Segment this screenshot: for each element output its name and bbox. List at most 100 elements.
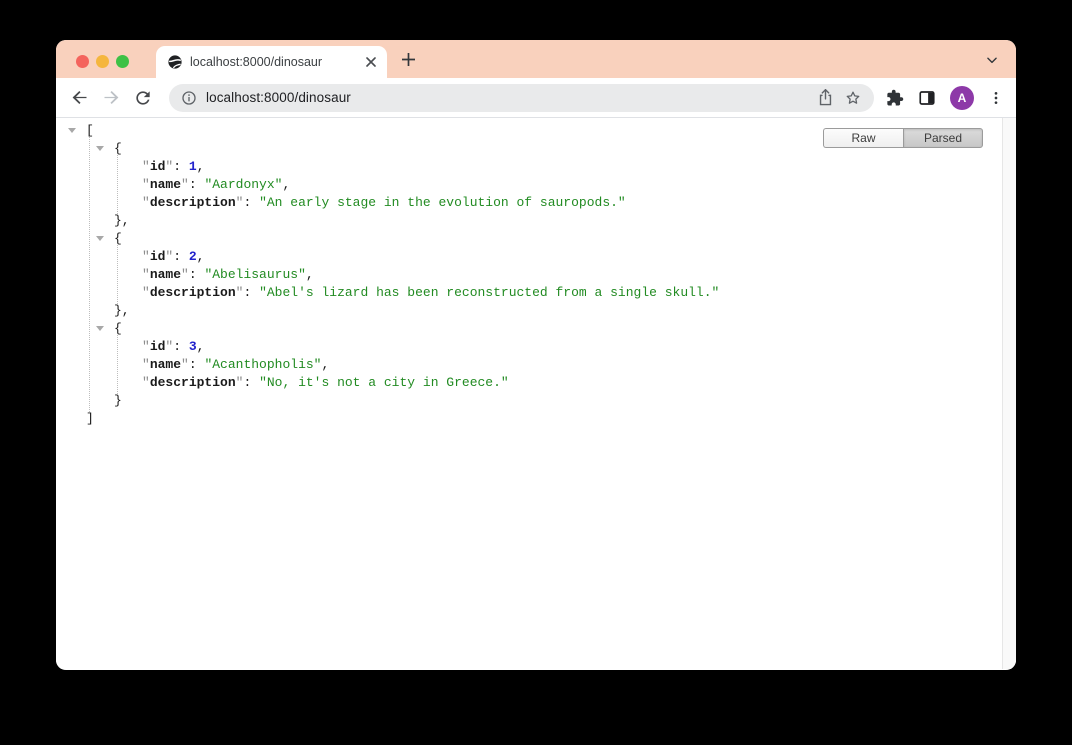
json-key: name xyxy=(150,176,181,194)
traffic-lights xyxy=(76,55,129,68)
quote: " xyxy=(142,158,150,176)
collapse-caret-icon[interactable] xyxy=(68,128,76,133)
colon: : xyxy=(243,284,259,302)
json-tree: [{"id": 1,"name": "Aardonyx","descriptio… xyxy=(68,122,719,428)
json-property: "name": "Acanthopholis", xyxy=(142,356,329,374)
json-property: "id": 3, xyxy=(142,338,204,356)
quote: " xyxy=(236,194,244,212)
back-icon[interactable] xyxy=(67,84,91,112)
json-row: "id": 1, xyxy=(68,158,719,176)
bracket: }, xyxy=(114,212,130,230)
json-property: "description": "An early stage in the ev… xyxy=(142,194,626,212)
tree-guide-line xyxy=(89,137,90,412)
collapse-caret-icon[interactable] xyxy=(96,326,104,331)
bracket: ] xyxy=(86,410,94,428)
tab-strip: localhost:8000/dinosaur xyxy=(56,40,1016,78)
vertical-scrollbar[interactable] xyxy=(1002,118,1016,669)
json-key: id xyxy=(150,248,166,266)
toolbar-right-icons: A xyxy=(886,86,1004,110)
raw-button[interactable]: Raw xyxy=(823,128,903,148)
site-info-icon[interactable] xyxy=(181,90,197,106)
quote: " xyxy=(142,176,150,194)
forward-icon[interactable] xyxy=(99,84,123,112)
colon: : xyxy=(243,374,259,392)
json-row: "description": "An early stage in the ev… xyxy=(68,194,719,212)
page-content: Raw Parsed [{"id": 1,"name": "Aardonyx",… xyxy=(56,118,1016,669)
collapse-caret-icon[interactable] xyxy=(96,146,104,151)
json-row: }, xyxy=(68,302,719,320)
json-row: "name": "Acanthopholis", xyxy=(68,356,719,374)
colon: : xyxy=(189,266,205,284)
json-number: 2 xyxy=(189,248,197,266)
comma: , xyxy=(306,266,314,284)
quote: " xyxy=(181,356,189,374)
browser-window: localhost:8000/dinosaur xyxy=(56,40,1016,670)
parsed-button[interactable]: Parsed xyxy=(903,128,983,148)
json-number: 1 xyxy=(189,158,197,176)
json-property: "description": "No, it's not a city in G… xyxy=(142,374,509,392)
reload-icon[interactable] xyxy=(131,84,155,112)
collapse-caret-icon[interactable] xyxy=(96,236,104,241)
bracket: } xyxy=(114,392,122,410)
quote: " xyxy=(236,284,244,302)
json-row: "name": "Aardonyx", xyxy=(68,176,719,194)
minimize-window-button[interactable] xyxy=(96,55,109,68)
quote: " xyxy=(142,284,150,302)
url-bar[interactable]: localhost:8000/dinosaur xyxy=(169,84,874,112)
favicon-globe-icon xyxy=(168,55,182,69)
browser-tab[interactable]: localhost:8000/dinosaur xyxy=(156,46,387,78)
json-row: } xyxy=(68,392,719,410)
bookmark-star-icon[interactable] xyxy=(844,89,862,107)
json-string: "No, it's not a city in Greece." xyxy=(259,374,509,392)
quote: " xyxy=(165,158,173,176)
json-key: name xyxy=(150,266,181,284)
share-icon[interactable] xyxy=(817,88,834,107)
json-row: ] xyxy=(68,410,719,428)
quote: " xyxy=(142,374,150,392)
json-property: "name": "Aardonyx", xyxy=(142,176,290,194)
colon: : xyxy=(189,356,205,374)
json-row: "id": 3, xyxy=(68,338,719,356)
colon: : xyxy=(189,176,205,194)
json-row: }, xyxy=(68,212,719,230)
json-key: id xyxy=(150,158,166,176)
url-text: localhost:8000/dinosaur xyxy=(206,90,807,105)
side-panel-icon[interactable] xyxy=(918,89,936,107)
tree-guide-line xyxy=(117,155,118,214)
tab-strip-chevron-icon[interactable] xyxy=(984,52,1000,68)
menu-dots-icon[interactable] xyxy=(988,90,1004,106)
quote: " xyxy=(142,356,150,374)
comma: , xyxy=(321,356,329,374)
new-tab-button[interactable] xyxy=(396,47,420,71)
maximize-window-button[interactable] xyxy=(116,55,129,68)
quote: " xyxy=(236,374,244,392)
json-row: "description": "Abel's lizard has been r… xyxy=(68,284,719,302)
json-string: "An early stage in the evolution of saur… xyxy=(259,194,626,212)
extensions-puzzle-icon[interactable] xyxy=(886,89,904,107)
colon: : xyxy=(173,158,189,176)
quote: " xyxy=(142,338,150,356)
json-key: description xyxy=(150,194,236,212)
json-string: "Abel's lizard has been reconstructed fr… xyxy=(259,284,719,302)
tab-title: localhost:8000/dinosaur xyxy=(190,55,355,69)
json-string: "Acanthopholis" xyxy=(204,356,321,374)
json-number: 3 xyxy=(189,338,197,356)
json-property: "id": 1, xyxy=(142,158,204,176)
json-row: { xyxy=(68,140,719,158)
comma: , xyxy=(197,248,205,266)
avatar[interactable]: A xyxy=(950,86,974,110)
quote: " xyxy=(181,266,189,284)
close-window-button[interactable] xyxy=(76,55,89,68)
json-row: "description": "No, it's not a city in G… xyxy=(68,374,719,392)
quote: " xyxy=(142,266,150,284)
quote: " xyxy=(165,338,173,356)
json-row: "id": 2, xyxy=(68,248,719,266)
json-property: "id": 2, xyxy=(142,248,204,266)
close-tab-icon[interactable] xyxy=(363,54,379,70)
quote: " xyxy=(142,194,150,212)
comma: , xyxy=(197,158,205,176)
browser-toolbar: localhost:8000/dinosaur xyxy=(56,78,1016,118)
json-row: "name": "Abelisaurus", xyxy=(68,266,719,284)
json-key: name xyxy=(150,356,181,374)
tree-guide-line xyxy=(117,335,118,394)
